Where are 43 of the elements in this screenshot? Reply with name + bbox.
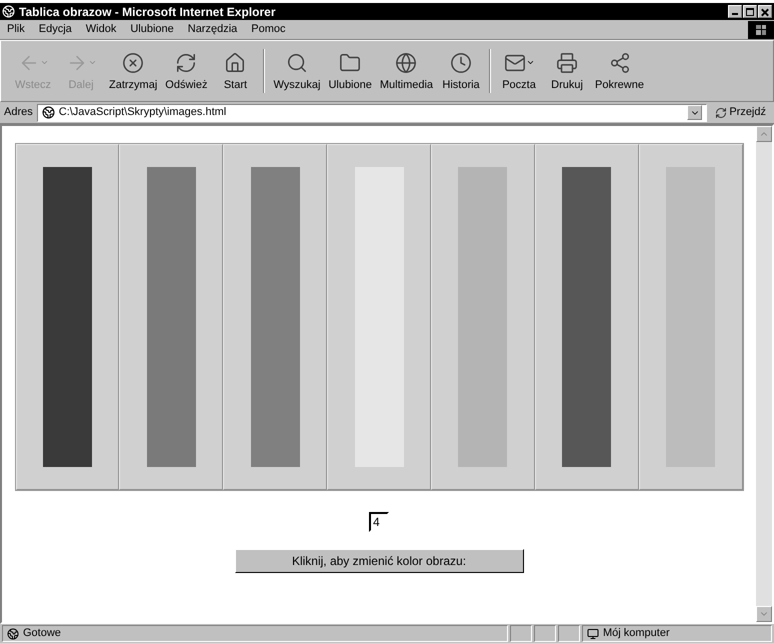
toolbar-button[interactable]: Poczta: [495, 48, 544, 94]
toolbar-button[interactable]: Zatrzymaj: [105, 48, 162, 94]
share-icon: [608, 52, 630, 74]
go-icon: [715, 106, 728, 118]
status-text: Gotowe: [23, 626, 61, 642]
toolbar-button[interactable]: Historia: [437, 48, 486, 94]
number-field[interactable]: 4: [369, 512, 389, 532]
menu-item[interactable]: Narzędzia: [180, 21, 244, 38]
address-label: Adres: [4, 105, 33, 120]
globe-icon: [395, 52, 418, 74]
toolbar-button[interactable]: Drukuj: [543, 48, 592, 94]
toolbar-button[interactable]: Ulubione: [324, 48, 376, 94]
toolbar-button[interactable]: Wyszukaj: [269, 48, 324, 94]
home-icon: [224, 52, 246, 74]
go-button[interactable]: Przejdź: [711, 104, 770, 121]
menu-item[interactable]: Plik: [0, 21, 32, 38]
menu-item[interactable]: Ulubione: [123, 21, 181, 38]
toolbar-button[interactable]: Odśwież: [161, 48, 212, 94]
maximize-button[interactable]: [743, 5, 757, 18]
address-field[interactable]: C:\JavaScript\Skrypty\images.html: [36, 104, 708, 122]
menu-item[interactable]: Edycja: [32, 21, 79, 38]
menu-item[interactable]: Widok: [78, 21, 124, 38]
window-title: Tablica obrazow - Microsoft Internet Explorer: [19, 4, 276, 20]
folder-icon: [339, 52, 362, 74]
menu-item[interactable]: Pomoc: [244, 21, 293, 38]
zone-text: Mój komputer: [603, 626, 670, 642]
computer-icon: [587, 628, 599, 640]
page-icon: [42, 106, 55, 119]
app-icon: [2, 5, 15, 18]
change-color-button[interactable]: Kliknij, aby zmienić kolor obrazu:: [234, 549, 524, 573]
stop-icon: [122, 52, 144, 74]
toolbar-button[interactable]: Pokrewne: [591, 48, 648, 94]
toolbar-button[interactable]: Multimedia: [376, 48, 438, 94]
minimize-button[interactable]: [728, 5, 742, 18]
printer-icon: [556, 52, 578, 74]
clock-icon: [450, 52, 472, 74]
scrollbar[interactable]: [756, 126, 772, 622]
refresh-icon: [175, 52, 198, 74]
close-button[interactable]: [758, 5, 772, 18]
dropdown-button[interactable]: [687, 105, 702, 120]
toolbar-button[interactable]: Start: [211, 48, 260, 94]
search-icon: [286, 52, 308, 74]
page-icon: [7, 628, 19, 640]
